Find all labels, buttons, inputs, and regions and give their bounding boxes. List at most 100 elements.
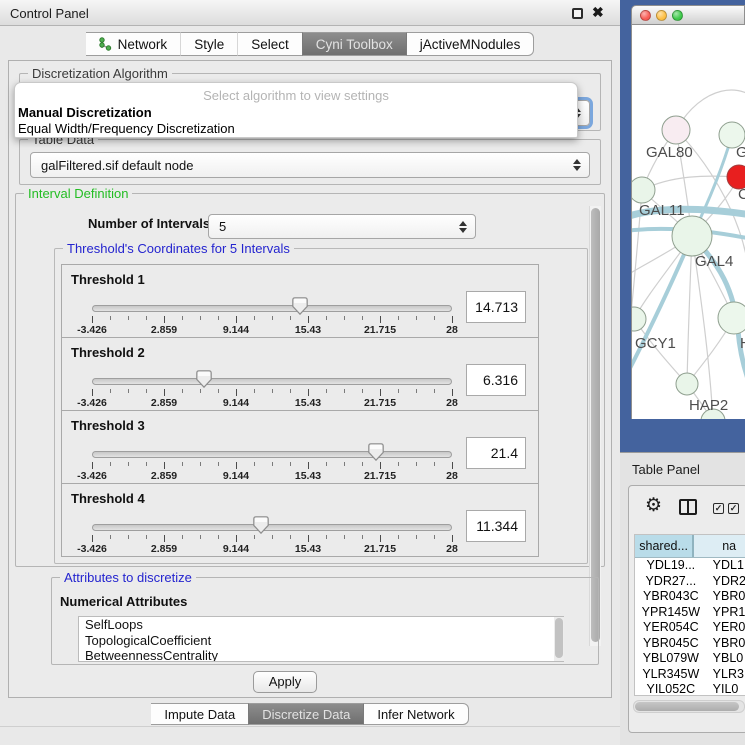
slider-major-tick: [452, 316, 453, 323]
slider-tick-label: 9.144: [223, 543, 249, 555]
table-row[interactable]: YDR27... YDR2: [635, 574, 745, 590]
slider-tick-label: 2.859: [151, 470, 177, 482]
slider-major-tick: [164, 316, 165, 323]
table-row[interactable]: YPR145W YPR1: [635, 605, 745, 621]
table-cell: YPR1: [707, 605, 745, 621]
network-node[interactable]: [718, 302, 745, 334]
threshold-slider[interactable]: -3.4262.8599.14415.4321.71528: [92, 368, 452, 408]
close-panel-icon[interactable]: ✖: [592, 4, 604, 21]
split-columns-icon[interactable]: [679, 499, 697, 515]
slider-major-tick: [164, 535, 165, 542]
network-node[interactable]: [662, 116, 690, 144]
top-tab[interactable]: Network: [86, 32, 181, 56]
slider-major-tick: [164, 462, 165, 469]
float-panel-icon[interactable]: [572, 8, 583, 19]
number-of-intervals-combobox[interactable]: 5: [208, 214, 476, 239]
top-tab[interactable]: jActiveMNodules: [406, 32, 535, 56]
slider-track[interactable]: [92, 378, 452, 385]
slider-track[interactable]: [92, 524, 452, 531]
scrollbar-thumb[interactable]: [635, 702, 739, 711]
slider-handle-icon[interactable]: [253, 516, 269, 534]
attributes-list-scrollbar[interactable]: [554, 617, 564, 661]
slider-handle-icon[interactable]: [292, 297, 308, 315]
scrollbar-thumb[interactable]: [555, 618, 563, 658]
threshold-slider[interactable]: -3.4262.8599.14415.4321.71528: [92, 441, 452, 481]
table-panel: Table Panel ⚙ ✓ ✓ shared... na YDL19... …: [620, 452, 745, 745]
table-cell: YBR043C: [635, 589, 707, 605]
attribute-list-item[interactable]: BetweennessCentrality: [79, 648, 563, 662]
table-row[interactable]: YBL079W YBL0: [635, 651, 745, 667]
apply-button[interactable]: Apply: [253, 671, 317, 693]
slider-tick-label: 9.144: [223, 324, 249, 336]
slider-major-tick: [308, 316, 309, 323]
top-tab-label: Cyni Toolbox: [316, 37, 393, 52]
table-row[interactable]: YBR043C YBR0: [635, 589, 745, 605]
table-row[interactable]: YBR045C YBR0: [635, 636, 745, 652]
slider-track[interactable]: [92, 451, 452, 458]
slider-handle-icon[interactable]: [196, 370, 212, 388]
slider-minor-ticks: [92, 316, 453, 320]
checkbox-icon[interactable]: ✓: [713, 503, 724, 514]
table-cell: YLR345W: [635, 667, 707, 683]
top-tab-label: Select: [251, 37, 289, 52]
minimize-traffic-light[interactable]: [656, 10, 667, 21]
table-cell: YBL079W: [635, 651, 707, 667]
slider-tick-label: 28: [446, 470, 458, 482]
network-window-titlebar[interactable]: [631, 5, 745, 25]
threshold-value-field[interactable]: [466, 437, 526, 469]
attribute-list-item[interactable]: TopologicalCoefficient: [79, 633, 563, 649]
network-node[interactable]: [632, 177, 655, 203]
network-node[interactable]: [632, 307, 646, 331]
table-horizontal-scrollbar[interactable]: [633, 700, 745, 713]
table-data-groupbox: Table Data galFiltered.sif default node: [19, 139, 601, 185]
column-header-name[interactable]: na: [694, 535, 745, 557]
top-tab[interactable]: Cyni Toolbox: [302, 32, 406, 56]
footer-divider: [0, 726, 620, 727]
threshold-value-field[interactable]: [466, 364, 526, 396]
column-header-shared-name[interactable]: shared...: [635, 535, 694, 557]
screen: Control Panel ✖ Network: [0, 0, 745, 745]
slider-major-tick: [236, 316, 237, 323]
slider-tick-label: -3.426: [77, 324, 107, 336]
threshold-value-field[interactable]: [466, 510, 526, 542]
slider-major-tick: [380, 316, 381, 323]
threshold-value-field[interactable]: [466, 291, 526, 323]
combo-stepper-icon: [459, 221, 467, 233]
gear-icon[interactable]: ⚙: [645, 494, 662, 517]
slider-track[interactable]: [92, 305, 452, 312]
bottom-tab[interactable]: Infer Network: [363, 703, 468, 725]
zoom-traffic-light[interactable]: [672, 10, 683, 21]
close-traffic-light[interactable]: [640, 10, 651, 21]
slider-major-tick: [308, 462, 309, 469]
top-tabbar: Network Style Select Cyni Toolbox: [0, 32, 620, 56]
popup-item-manual-discretization[interactable]: Manual Discretization: [17, 105, 568, 120]
network-canvas[interactable]: GAL80GACGAL11GAL4GCY1HHAP2: [631, 25, 745, 419]
network-node[interactable]: [676, 373, 698, 395]
slider-tick-label: -3.426: [77, 397, 107, 409]
top-tab[interactable]: Style: [180, 32, 237, 56]
popup-item-equal-width-frequency[interactable]: Equal Width/Frequency Discretization: [17, 121, 568, 136]
table-row[interactable]: YLR345W YLR3: [635, 667, 745, 683]
network-node[interactable]: [672, 216, 712, 256]
threshold-slider[interactable]: -3.4262.8599.14415.4321.71528: [92, 295, 452, 335]
network-node-label: GA: [736, 144, 745, 161]
table-data-combobox-value: galFiltered.sif default node: [41, 158, 193, 173]
top-tab[interactable]: Select: [237, 32, 302, 56]
slider-tick-label: 2.859: [151, 397, 177, 409]
threshold-slider[interactable]: -3.4262.8599.14415.4321.71528: [92, 514, 452, 554]
attributes-group-title: Attributes to discretize: [60, 570, 196, 585]
control-panel-titlebar: Control Panel ✖: [0, 0, 620, 26]
table-row[interactable]: YDL19... YDL1: [635, 558, 745, 574]
table-row[interactable]: YER054C YER0: [635, 620, 745, 636]
number-of-intervals-value: 5: [219, 219, 226, 234]
attribute-list-item[interactable]: SelfLoops: [79, 617, 563, 633]
table-row[interactable]: YIL052C YIL0: [635, 682, 745, 696]
bottom-tab[interactable]: Discretize Data: [248, 703, 363, 725]
table-data-combobox[interactable]: galFiltered.sif default node: [30, 152, 590, 178]
bottom-tab[interactable]: Impute Data: [151, 703, 248, 725]
network-view-window: GAL80GACGAL11GAL4GCY1HHAP2: [631, 5, 745, 420]
slider-tick-label: 21.715: [364, 543, 396, 555]
checkbox-icon[interactable]: ✓: [728, 503, 739, 514]
node-table: shared... na YDL19... YDL1 YDR27... YDR2: [634, 534, 745, 696]
slider-handle-icon[interactable]: [368, 443, 384, 461]
